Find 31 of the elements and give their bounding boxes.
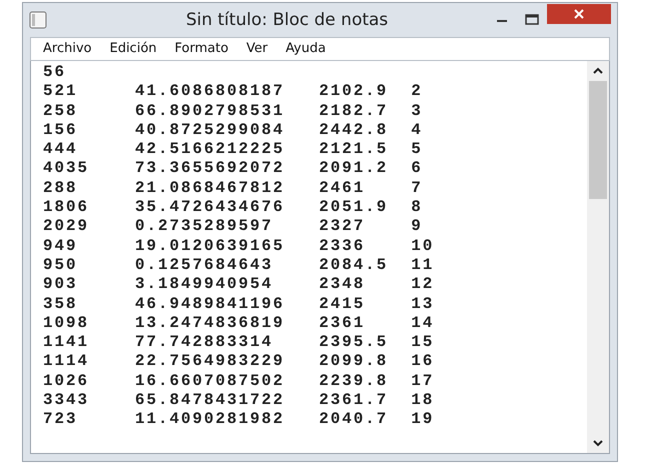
text-line: 56 <box>43 63 68 82</box>
text-line: 949 19.0120639165 2336 10 <box>43 236 436 256</box>
menu-item[interactable]: Formato <box>166 39 236 59</box>
text-line: 4035 73.3655692072 2091.2 6 <box>43 159 424 179</box>
vertical-scrollbar[interactable] <box>587 61 609 453</box>
close-icon <box>573 8 585 20</box>
menu-item[interactable]: Ayuda <box>278 39 334 59</box>
close-button[interactable] <box>547 4 611 24</box>
text-line: 3343 65.8478431722 2361.7 18 <box>43 391 436 410</box>
window-title: Sin título: Bloc de notas <box>184 10 390 30</box>
text-line: 258 66.8902798531 2182.7 3 <box>43 102 424 121</box>
text-line: 156 40.8725299084 2442.8 4 <box>43 120 424 140</box>
text-line: 2029 0.2735289597 2327 9 <box>43 217 424 237</box>
text-line: 1806 35.4726434676 2051.9 8 <box>43 198 424 218</box>
text-line: 1141 77.742883314 2395.5 15 <box>43 333 436 352</box>
text-line: 903 3.1849940954 2348 12 <box>43 275 436 295</box>
text-line: 1114 22.7564983229 2099.8 16 <box>43 352 436 372</box>
scroll-thumb[interactable] <box>589 81 607 199</box>
text-line: 521 41.6086808187 2102.9 2 <box>43 82 424 102</box>
text-line: 950 0.1257684643 2084.5 11 <box>43 256 436 276</box>
text-line: 1026 16.6607087502 2239.8 17 <box>43 372 436 392</box>
menu-item[interactable]: Ver <box>238 39 276 59</box>
text-line: 358 46.9489841196 2415 13 <box>43 294 436 314</box>
text-line: 444 42.5166212225 2121.5 5 <box>43 140 424 160</box>
text-line: 1098 13.2474836819 2361 14 <box>43 314 436 334</box>
text-line: 723 11.4090281982 2040.7 19 <box>43 410 436 430</box>
maximize-icon[interactable] <box>525 14 539 26</box>
app-icon <box>29 11 47 29</box>
text-line: 288 21.0868467812 2461 7 <box>43 178 424 198</box>
menu-item[interactable]: Edición <box>102 39 165 59</box>
menu-item[interactable]: Archivo <box>35 39 100 59</box>
